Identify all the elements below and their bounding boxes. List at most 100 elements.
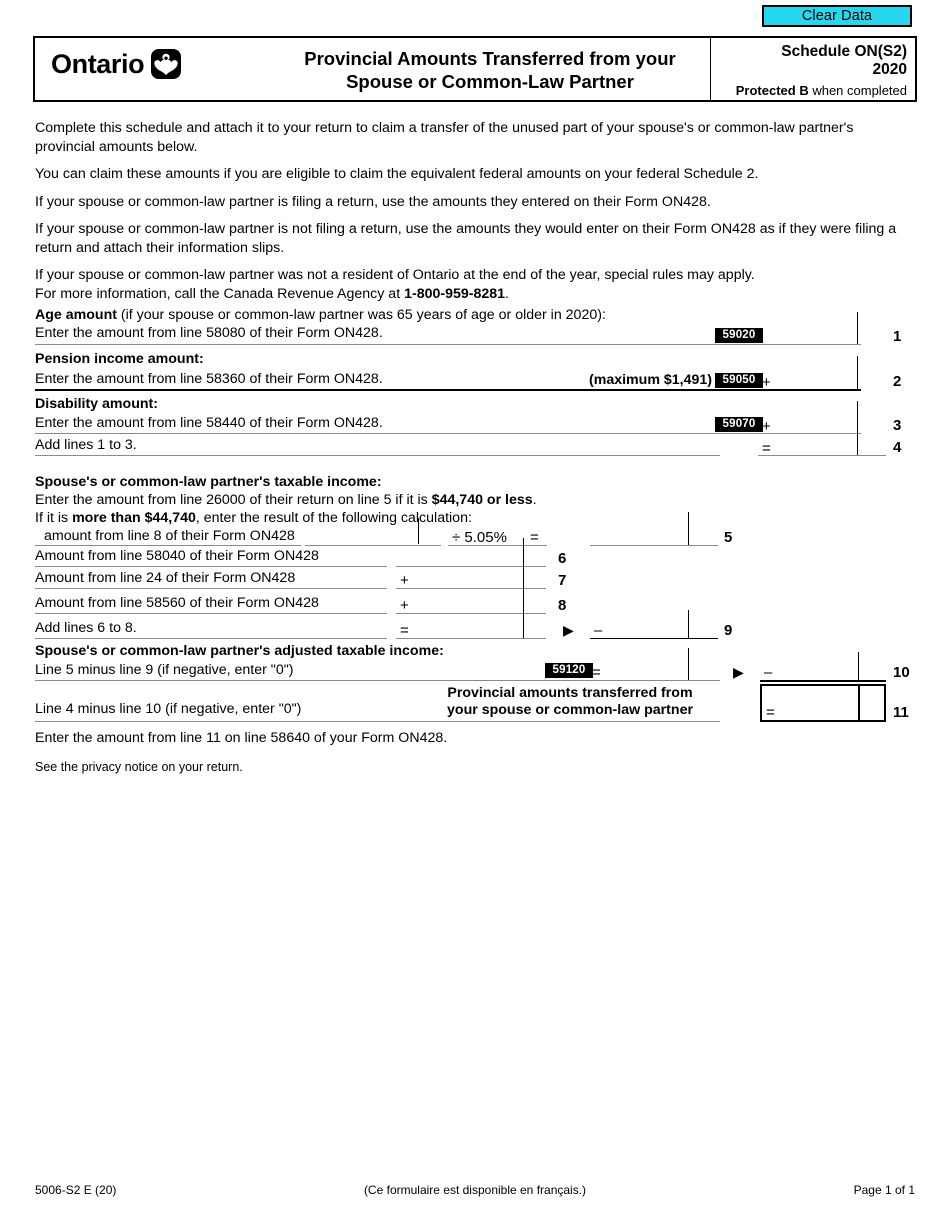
line-3-heading: Disability amount: (35, 396, 158, 412)
line-7-label: Amount from line 24 of their Form ON428 (35, 570, 296, 586)
line-2-amount-input[interactable] (775, 372, 854, 389)
line-3-amount-input[interactable] (775, 416, 854, 433)
schedule-info: Schedule ON(S2) 2020 (677, 43, 907, 79)
line-8-amount-input[interactable] (415, 596, 512, 613)
form-header: Ontario Provincial Amounts Transferred f… (33, 36, 917, 102)
line-9-rule-amount (396, 638, 546, 639)
line-10-transfer-cents-input[interactable] (861, 663, 883, 680)
line-10-transfer-amount-input[interactable] (780, 663, 854, 680)
line-9-cents-input[interactable] (526, 621, 546, 638)
line-9-rule-label (35, 638, 387, 639)
line-9-transfer-amount-input[interactable] (610, 621, 684, 638)
line-9-transfer-cents-input[interactable] (691, 621, 713, 638)
line-7-rule-label (35, 588, 387, 589)
field-code-59070: 59070 (715, 417, 763, 432)
line-4-operator: = (762, 440, 771, 457)
line-4-cents-input[interactable] (860, 438, 882, 455)
line-10-sublabel: Line 5 minus line 9 (if negative, enter … (35, 662, 294, 678)
line-1-heading: Age amount (if your spouse or common-law… (35, 307, 606, 324)
line-10-heading: Spouse's or common-law partner's adjuste… (35, 643, 444, 659)
line-9-operator: = (400, 622, 409, 639)
line-7-operator: + (400, 572, 409, 589)
line-8-operator: + (400, 597, 409, 614)
line-number-8: 8 (558, 597, 567, 614)
line-5-calc-cents-input[interactable] (421, 528, 441, 545)
clear-data-label: Clear Data (801, 8, 873, 24)
line-6-amount-input[interactable] (400, 549, 512, 566)
line-3-cents-input[interactable] (860, 416, 882, 433)
line-4-cents-divider (857, 425, 858, 455)
line-11-cents-input[interactable] (861, 702, 883, 719)
line-11-result-title: Provincial amounts transferred from your… (420, 685, 720, 719)
protected-b-bold: Protected B (735, 83, 809, 98)
ontario-wordmark: Ontario (51, 49, 145, 79)
line-11-rule (35, 721, 720, 722)
line-8-label: Amount from line 58560 of their Form ON4… (35, 595, 319, 611)
line-5-calc-rule-amount (305, 545, 441, 546)
intro-paragraph-1: Complete this schedule and attach it to … (35, 120, 854, 155)
line-7-cents-input[interactable] (526, 571, 546, 588)
protected-b-notice: Protected B when completed (736, 83, 907, 98)
line-5-sublabel-2-b: , enter the result of the following calc… (195, 510, 472, 526)
line-11-amount-input[interactable] (778, 702, 854, 719)
line-number-4: 4 (893, 439, 902, 456)
line-10-rule (35, 680, 720, 681)
line-3-sublabel: Enter the amount from line 58440 of thei… (35, 415, 383, 431)
line-number-1: 1 (893, 328, 902, 345)
line-9-transfer-rule (590, 638, 718, 639)
line-5-divide-operator: ÷ 5.05% (452, 529, 507, 546)
line-10-amount-input[interactable] (607, 663, 684, 680)
line-1-cents-input[interactable] (860, 327, 882, 344)
line-2-maximum-note: (maximum $1,491) (589, 372, 713, 388)
line-number-5: 5 (724, 529, 733, 546)
field-code-59020: 59020 (715, 328, 763, 343)
line-7-cents-divider (523, 560, 524, 588)
intro-paragraph-5-period: . (505, 285, 509, 302)
page-indicator: Page 1 of 1 (853, 1183, 915, 1197)
tax-year: 2020 (872, 61, 907, 78)
line-2-cents-input[interactable] (860, 372, 882, 389)
line-7-amount-input[interactable] (415, 571, 512, 588)
line-8-cents-divider (523, 585, 524, 613)
intro-paragraph-4: If your spouse or common-law partner is … (35, 221, 897, 256)
french-availability-note: (Ce formulaire est disponible en françai… (363, 1183, 587, 1197)
intro-paragraph-2: You can claim these amounts if you are e… (35, 166, 759, 182)
line-4-amount-input[interactable] (775, 438, 854, 455)
line-5-cents-input[interactable] (691, 528, 713, 545)
line-2-operator: + (762, 374, 771, 391)
line-1-sublabel: Enter the amount from line 58080 of thei… (35, 325, 383, 341)
intro-paragraph-5: If your spouse or common-law partner was… (35, 266, 915, 303)
clear-data-button[interactable]: Clear Data (762, 5, 912, 27)
intro-paragraph-5-line-1: If your spouse or common-law partner was… (35, 267, 755, 283)
closing-instruction: Enter the amount from line 11 on line 58… (35, 730, 448, 746)
line-5-heading: Spouse's or common-law partner's taxable… (35, 474, 382, 490)
line-9-transfer-cents-divider (688, 610, 689, 639)
field-code-59120: 59120 (545, 663, 593, 678)
intro-paragraphs: Complete this schedule and attach it to … (35, 119, 915, 312)
line-5-calc-amount-input[interactable] (300, 528, 410, 545)
line-number-10: 10 (893, 664, 910, 681)
form-title-line-1: Provincial Amounts Transferred from your (304, 48, 676, 69)
line-10-transfer-rule (760, 680, 886, 682)
line-6-cents-input[interactable] (526, 549, 546, 566)
line-5-sublabel-2-a: If it is (35, 510, 73, 526)
line-2-sublabel: Enter the amount from line 58360 of thei… (35, 371, 383, 387)
line-2-cents-divider (857, 356, 858, 389)
line-10-minus-operator: – (764, 664, 773, 681)
ontario-logo: Ontario (51, 49, 182, 79)
protected-b-rest: when completed (808, 83, 907, 98)
line-5-threshold-2: more than $44,740 (72, 510, 196, 526)
line-8-cents-input[interactable] (526, 596, 546, 613)
line-11-result-title-line-2: your spouse or common-law partner (447, 702, 693, 718)
line-10-cents-input[interactable] (691, 663, 713, 680)
line-1-amount-input[interactable] (758, 327, 854, 344)
line-5-rule-operator (448, 545, 547, 546)
line-number-7: 7 (558, 572, 567, 589)
line-5-amount-input[interactable] (592, 528, 684, 545)
line-9-cents-divider (523, 610, 524, 638)
line-9-label: Add lines 6 to 8. (35, 620, 137, 636)
line-9-amount-input[interactable] (415, 621, 512, 638)
line-5-sublabel-1-a: Enter the amount from line 26000 of thei… (35, 492, 432, 508)
intro-paragraph-3: If your spouse or common-law partner is … (35, 193, 711, 210)
line-10-transfer-cents-divider (858, 652, 859, 680)
